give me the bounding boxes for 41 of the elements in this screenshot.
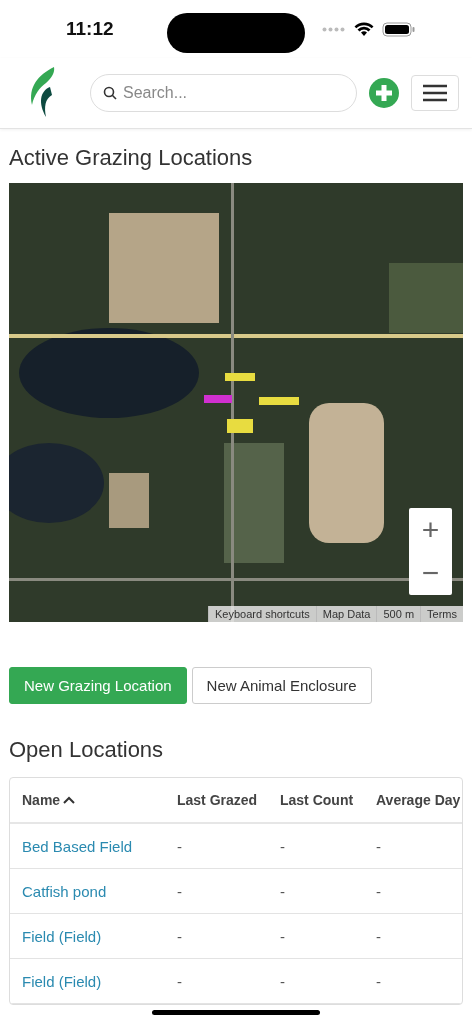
location-link[interactable]: Bed Based Field (22, 837, 177, 855)
secondary-button[interactable]: New Animal Enclosure (191, 667, 372, 704)
location-link[interactable]: Field (Field) (22, 972, 177, 990)
table-cell-text: - (280, 882, 286, 900)
attribution-link[interactable]: Keyboard shortcuts (208, 606, 316, 622)
column-header[interactable]: Average Day (376, 792, 462, 808)
column-header[interactable]: Last Count (280, 792, 376, 808)
column-header[interactable]: Last Grazed (177, 792, 280, 808)
search-field[interactable]: Search... (90, 74, 357, 112)
signal-icon (322, 26, 346, 32)
leaf-logo-icon[interactable] (28, 67, 56, 119)
table-cell-text: - (280, 972, 286, 990)
location-link[interactable]: Field (Field) (22, 927, 177, 945)
attribution-link[interactable]: 500 m (376, 606, 421, 622)
attribution-link[interactable]: Map Data (315, 606, 377, 622)
zoom-in-button[interactable]: + (409, 508, 452, 552)
column-header[interactable]: Name (22, 792, 177, 808)
location-link[interactable]: Catfish pond (22, 882, 177, 900)
battery-icon (382, 21, 416, 37)
sort-up-icon (63, 796, 76, 804)
attribution-link[interactable]: Terms (420, 606, 463, 622)
table-cell-text: - (177, 837, 183, 855)
section-title: Open Locations (9, 737, 165, 763)
table-cell-text: - (280, 927, 286, 945)
table-cell-text: - (376, 882, 382, 900)
add-icon[interactable] (369, 78, 399, 108)
table-cell-text: - (376, 837, 382, 855)
table-cell-text: - (376, 972, 382, 990)
table-cell-text: - (280, 837, 286, 855)
table-cell-text: - (177, 972, 183, 990)
status-time: 11:12 (66, 18, 114, 40)
map[interactable]: + − Keyboard shortcuts Map Data 500 m Terms (9, 183, 463, 622)
zoom-out-button[interactable]: − (409, 551, 452, 595)
menu-button[interactable] (411, 75, 459, 111)
search-icon (103, 86, 117, 100)
wifi-icon (354, 21, 374, 37)
table-cell-text: - (376, 927, 382, 945)
page-title: Active Grazing Locations (9, 145, 254, 171)
menu-icon (423, 84, 447, 102)
table-cell-text: - (177, 927, 183, 945)
table-cell-text: - (177, 882, 183, 900)
